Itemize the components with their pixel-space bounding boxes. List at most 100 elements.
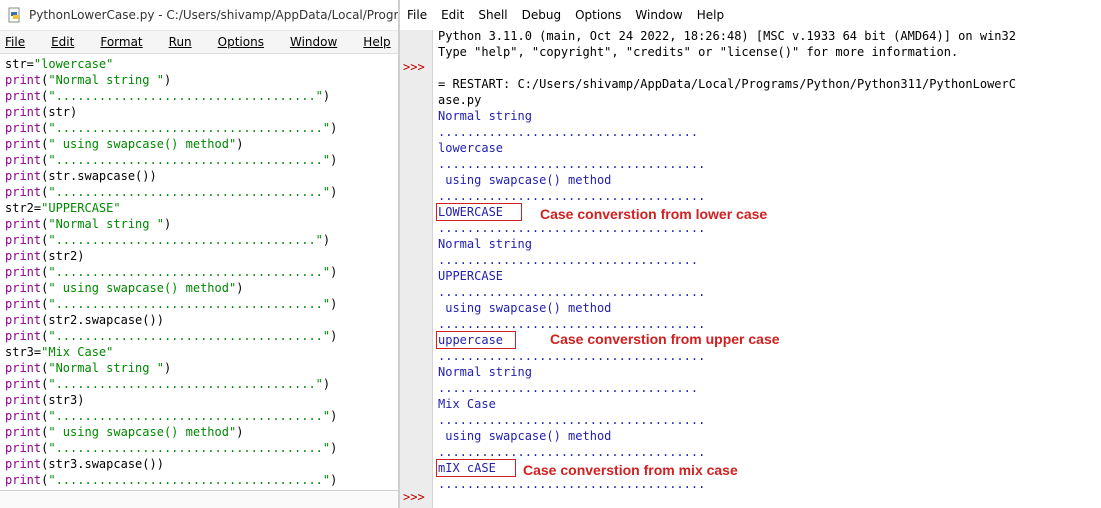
code-line: print(".................................… bbox=[5, 88, 337, 104]
code-line: print("Normal string ") bbox=[5, 72, 337, 88]
code-text: ) bbox=[330, 297, 338, 311]
code-string: "....................................." bbox=[48, 153, 331, 167]
code-line: print(str3) bbox=[5, 392, 337, 408]
shell-menu-edit[interactable]: Edit bbox=[441, 8, 464, 22]
editor-horizontal-scrollbar[interactable] bbox=[0, 490, 398, 508]
annotation-mix: Case converstion from mix case bbox=[523, 462, 738, 478]
code-string: "....................................." bbox=[48, 121, 331, 135]
shell-output-line: ..................................... bbox=[438, 445, 706, 459]
code-line: print(str.swapcase()) bbox=[5, 168, 337, 184]
code-text: ) bbox=[163, 361, 172, 375]
code-function: print bbox=[5, 249, 42, 263]
code-text: (str) bbox=[41, 105, 78, 119]
code-function: print bbox=[5, 185, 42, 199]
code-line: str2="UPPERCASE" bbox=[5, 200, 337, 216]
code-text: str3= bbox=[5, 345, 42, 359]
code-string: "....................................." bbox=[48, 409, 331, 423]
editor-title: PythonLowerCase.py - C:/Users/shivamp/Ap… bbox=[29, 8, 398, 22]
code-function: print bbox=[5, 393, 42, 407]
code-function: print bbox=[5, 169, 42, 183]
code-line: print(str) bbox=[5, 104, 337, 120]
shell-output-line: = RESTART: C:/Users/shivamp/AppData/Loca… bbox=[438, 77, 1016, 91]
code-text: ) bbox=[236, 281, 244, 295]
shell-menu-help[interactable]: Help bbox=[697, 8, 724, 22]
shell-output-line: ..................................... bbox=[438, 157, 706, 171]
editor-titlebar[interactable]: PythonLowerCase.py - C:/Users/shivamp/Ap… bbox=[0, 0, 398, 31]
code-string: "UPPERCASE" bbox=[41, 201, 121, 215]
code-text: ) bbox=[163, 217, 172, 231]
code-line: print(".................................… bbox=[5, 408, 337, 424]
shell-output-line: using swapcase() method bbox=[438, 173, 612, 187]
code-text: str2= bbox=[5, 201, 42, 215]
code-string: "....................................." bbox=[48, 473, 331, 487]
code-string: "....................................." bbox=[48, 265, 331, 279]
shell-output[interactable]: Python 3.11.0 (main, Oct 24 2022, 18:26:… bbox=[438, 28, 1016, 492]
code-string: "....................................." bbox=[48, 297, 331, 311]
code-line: print(".................................… bbox=[5, 376, 337, 392]
code-function: print bbox=[5, 297, 42, 311]
annotation-lower: Case converstion from lower case bbox=[540, 206, 768, 222]
code-line: print(".................................… bbox=[5, 296, 337, 312]
code-string: "...................................." bbox=[48, 377, 323, 391]
shell-output-line: Mix Case bbox=[438, 397, 496, 411]
code-editor[interactable]: str="lowercase" print("Normal string ") pr… bbox=[5, 56, 337, 488]
editor-menu-format[interactable]: Format bbox=[100, 35, 155, 49]
shell-output-line: .................................... bbox=[438, 125, 699, 139]
editor-menu-run[interactable]: Run bbox=[169, 35, 205, 49]
shell-menu-file[interactable]: File bbox=[407, 8, 427, 22]
highlight-box-mixcase bbox=[436, 459, 516, 477]
shell-output-line: UPPERCASE bbox=[438, 269, 504, 283]
code-function: print bbox=[5, 409, 42, 423]
editor-window: PythonLowerCase.py - C:/Users/shivamp/Ap… bbox=[0, 0, 398, 508]
shell-prompt: >>> bbox=[403, 60, 425, 74]
shell-prompt: >>> bbox=[403, 490, 425, 504]
code-text: ) bbox=[236, 137, 244, 151]
code-text: ) bbox=[330, 409, 338, 423]
code-line: print(str3.swapcase()) bbox=[5, 456, 337, 472]
shell-output-line: Type "help", "copyright", "credits" or "… bbox=[438, 45, 959, 59]
shell-menu-debug[interactable]: Debug bbox=[522, 8, 561, 22]
shell-output-line: using swapcase() method bbox=[438, 301, 612, 315]
code-text: ) bbox=[330, 473, 338, 487]
shell-window: File Edit Shell Debug Options Window Hel… bbox=[400, 0, 1101, 508]
code-function: print bbox=[5, 361, 42, 375]
shell-output-line: ..................................... bbox=[438, 189, 706, 203]
code-text: ) bbox=[330, 185, 338, 199]
shell-menu-window[interactable]: Window bbox=[635, 8, 682, 22]
editor-menu-file[interactable]: File bbox=[5, 35, 38, 49]
editor-menu-edit[interactable]: Edit bbox=[51, 35, 87, 49]
code-string: "...................................." bbox=[48, 89, 323, 103]
code-text: ) bbox=[322, 89, 331, 103]
shell-menubar: File Edit Shell Debug Options Window Hel… bbox=[400, 0, 1101, 30]
code-function: print bbox=[5, 377, 42, 391]
code-text: (str3) bbox=[41, 393, 85, 407]
highlight-box-lowercase bbox=[436, 203, 522, 221]
shell-output-line: ..................................... bbox=[438, 221, 706, 235]
code-string: "Normal string " bbox=[48, 361, 164, 375]
shell-output-line: ase.py bbox=[438, 93, 482, 107]
shell-menu-shell[interactable]: Shell bbox=[478, 8, 507, 22]
editor-menu-options[interactable]: Options bbox=[218, 35, 277, 49]
shell-output-line: Normal string bbox=[438, 365, 532, 379]
shell-output-line: using swapcase() method bbox=[438, 429, 612, 443]
highlight-box-uppercase bbox=[436, 331, 516, 349]
code-string: "....................................." bbox=[48, 329, 331, 343]
code-text: ) bbox=[330, 265, 338, 279]
annotation-upper: Case converstion from upper case bbox=[550, 331, 780, 347]
editor-menu-window[interactable]: Window bbox=[290, 35, 350, 49]
shell-output-line bbox=[438, 60, 1016, 76]
code-string: "...................................." bbox=[48, 233, 323, 247]
code-string: "lowercase" bbox=[33, 57, 114, 71]
code-text: ) bbox=[330, 121, 338, 135]
editor-menu-help[interactable]: Help bbox=[363, 35, 398, 49]
shell-menu-options[interactable]: Options bbox=[575, 8, 621, 22]
code-function: print bbox=[5, 281, 42, 295]
code-line: print(" using swapcase() method") bbox=[5, 280, 337, 296]
code-text: ) bbox=[322, 233, 331, 247]
code-function: print bbox=[5, 329, 42, 343]
code-line: print(".................................… bbox=[5, 440, 337, 456]
code-text: ) bbox=[330, 153, 338, 167]
code-string: " using swapcase() method" bbox=[48, 281, 237, 295]
code-string: "....................................." bbox=[48, 441, 331, 455]
code-function: print bbox=[5, 425, 42, 439]
